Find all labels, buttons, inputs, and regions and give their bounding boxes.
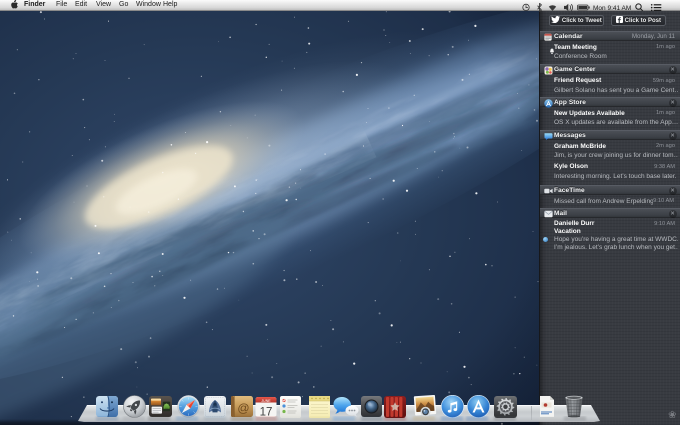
svg-text:Mon 9:41 AM: Mon 9:41 AM (593, 5, 631, 12)
svg-text:JUNE: JUNE (261, 399, 271, 403)
svg-text:@: @ (237, 401, 249, 415)
